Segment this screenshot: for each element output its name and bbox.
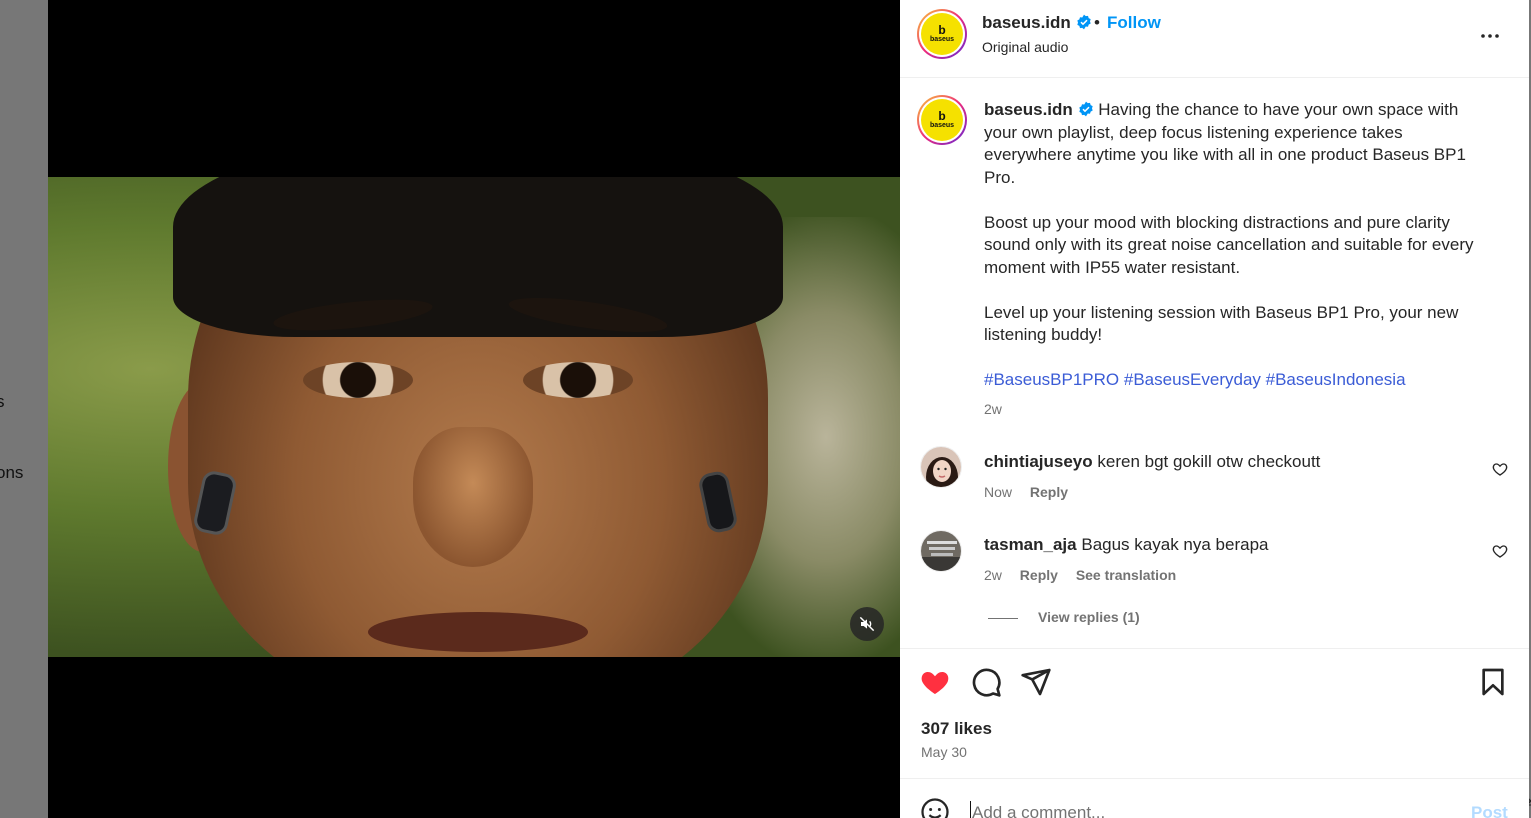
verified-badge-icon [1076, 14, 1091, 30]
video-player[interactable] [48, 177, 900, 657]
post-media[interactable] [48, 0, 900, 818]
comment-text: keren bgt gokill otw checkoutt [1097, 452, 1321, 471]
caption-paragraph: Boost up your mood with blocking distrac… [984, 212, 1474, 277]
view-replies-label[interactable]: View replies (1) [1038, 609, 1140, 625]
post-side-panel: b baseus baseus.idn • Follow Original au… [900, 0, 1529, 818]
caption-username[interactable]: baseus.idn [984, 100, 1073, 119]
comment-text: Bagus kayak nya berapa [1081, 535, 1269, 554]
audio-label[interactable]: Original audio [982, 39, 1068, 55]
profile-photo-icon [921, 447, 961, 487]
avatar-logo-text: baseus [929, 121, 955, 129]
profile-photo-icon [921, 531, 961, 571]
like-comment-heart-icon[interactable] [1492, 461, 1508, 477]
caption-paragraph: Level up your listening session with Bas… [984, 302, 1459, 345]
caption-author-avatar[interactable]: b baseus [917, 95, 967, 145]
post-caption: baseus.idn Having the chance to have you… [984, 99, 1484, 420]
hashtag-link[interactable]: #BaseusEveryday [1124, 370, 1261, 389]
commenter-username[interactable]: tasman_aja [984, 535, 1077, 554]
save-bookmark-icon[interactable] [1477, 666, 1509, 698]
reply-button[interactable]: Reply [1020, 567, 1058, 583]
view-replies-button[interactable]: View replies (1) [988, 609, 1140, 625]
comment-bubble-icon[interactable] [970, 666, 1002, 698]
author-avatar[interactable]: b baseus [917, 9, 967, 59]
emoji-smiley-icon[interactable] [920, 797, 950, 818]
like-count[interactable]: 307 likes [921, 719, 992, 739]
share-send-icon[interactable] [1020, 666, 1052, 698]
like-heart-filled-icon[interactable] [919, 666, 951, 698]
author-username-text[interactable]: baseus.idn [982, 13, 1071, 32]
verified-badge-icon [1078, 101, 1093, 117]
comment-timestamp[interactable]: Now [984, 484, 1012, 500]
author-username[interactable]: baseus.idn [982, 13, 1092, 33]
background-page: s ons [0, 0, 48, 818]
hashtag-link[interactable]: #BaseusBP1PRO [984, 370, 1119, 389]
caption-timestamp[interactable]: 2w [984, 398, 1484, 421]
hashtag-link[interactable]: #BaseusIndonesia [1266, 370, 1406, 389]
follow-button[interactable]: Follow [1107, 13, 1161, 33]
add-comment-input[interactable] [970, 801, 1450, 818]
commenter-avatar[interactable] [920, 530, 962, 572]
more-horizontal-icon[interactable] [1478, 24, 1502, 48]
separator-dot: • [1094, 13, 1100, 32]
post-header: b baseus baseus.idn • Follow Original au… [900, 0, 1529, 78]
replies-divider-line [988, 617, 1018, 619]
see-translation-button[interactable]: See translation [1076, 567, 1176, 583]
avatar-logo-text: baseus [929, 35, 955, 43]
avatar-logo-mark: b [938, 108, 946, 123]
comment-composer: Post [900, 778, 1529, 818]
comment-timestamp[interactable]: 2w [984, 567, 1002, 583]
reply-button[interactable]: Reply [1030, 484, 1068, 500]
background-text-fragment: s [0, 392, 5, 411]
avatar-logo-mark: b [938, 22, 946, 37]
speaker-muted-icon [859, 616, 875, 632]
like-comment-heart-icon[interactable] [1492, 543, 1508, 559]
background-text-fragment: ons [0, 463, 24, 482]
mute-button[interactable] [850, 607, 884, 641]
post-comment-button[interactable]: Post [1471, 803, 1508, 818]
commenter-avatar[interactable] [920, 446, 962, 488]
commenter-username[interactable]: chintiajuseyo [984, 452, 1093, 471]
post-actions: 307 likes May 30 [900, 648, 1529, 778]
post-date[interactable]: May 30 [921, 744, 967, 760]
